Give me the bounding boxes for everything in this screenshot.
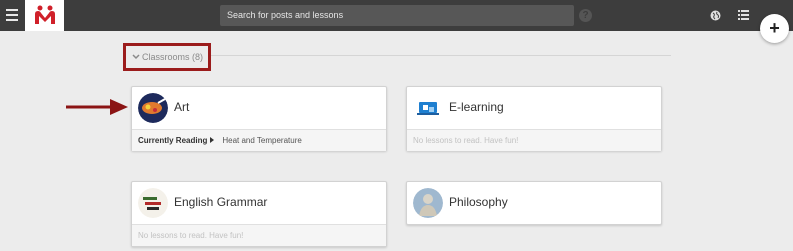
classrooms-label: Classrooms (8) xyxy=(142,52,204,62)
hamburger-menu-icon[interactable] xyxy=(6,9,18,21)
app-logo[interactable] xyxy=(25,0,64,31)
section-divider xyxy=(130,55,671,56)
card-title[interactable]: E-learning xyxy=(449,87,504,127)
card-footer: Currently Reading Heat and Temperature xyxy=(132,129,386,151)
current-lesson-link[interactable]: Heat and Temperature xyxy=(222,136,301,145)
card-title[interactable]: Philosophy xyxy=(449,182,508,222)
no-lessons-text: No lessons to read. Have fun! xyxy=(413,136,519,145)
pointer-arrow-icon xyxy=(66,99,128,115)
card-title[interactable]: English Grammar xyxy=(174,182,267,222)
card-header[interactable]: Philosophy xyxy=(407,182,661,224)
classroom-card-elearning[interactable]: E-learning No lessons to read. Have fun! xyxy=(406,86,662,151)
chevron-down-icon xyxy=(132,46,140,68)
card-title[interactable]: Art xyxy=(174,87,189,127)
search-input[interactable]: Search for posts and lessons xyxy=(220,5,574,26)
classroom-card-philosophy[interactable]: Philosophy xyxy=(406,181,662,225)
card-header[interactable]: English Grammar xyxy=(132,182,386,224)
list-view-icon[interactable] xyxy=(738,10,749,20)
card-header[interactable]: E-learning xyxy=(407,87,661,129)
help-icon[interactable]: ? xyxy=(579,9,592,22)
classrooms-toggle[interactable]: Classrooms (8) xyxy=(123,43,211,71)
card-header[interactable]: Art xyxy=(132,87,386,129)
globe-icon[interactable] xyxy=(710,10,721,21)
english-grammar-avatar-icon xyxy=(138,188,168,218)
currently-reading-label: Currently Reading xyxy=(138,136,208,145)
philosophy-avatar-icon xyxy=(413,188,443,218)
no-lessons-text: No lessons to read. Have fun! xyxy=(138,231,244,240)
top-navigation-bar: Search for posts and lessons ? xyxy=(0,0,793,31)
card-footer: No lessons to read. Have fun! xyxy=(407,129,661,151)
elearning-avatar-icon xyxy=(413,93,443,123)
card-footer: No lessons to read. Have fun! xyxy=(132,224,386,246)
add-button[interactable]: + xyxy=(760,14,789,43)
art-avatar-icon xyxy=(138,93,168,123)
classroom-card-art[interactable]: Art Currently Reading Heat and Temperatur… xyxy=(131,86,387,151)
caret-right-icon xyxy=(210,137,215,143)
classroom-card-english-grammar[interactable]: English Grammar No lessons to read. Have… xyxy=(131,181,387,247)
